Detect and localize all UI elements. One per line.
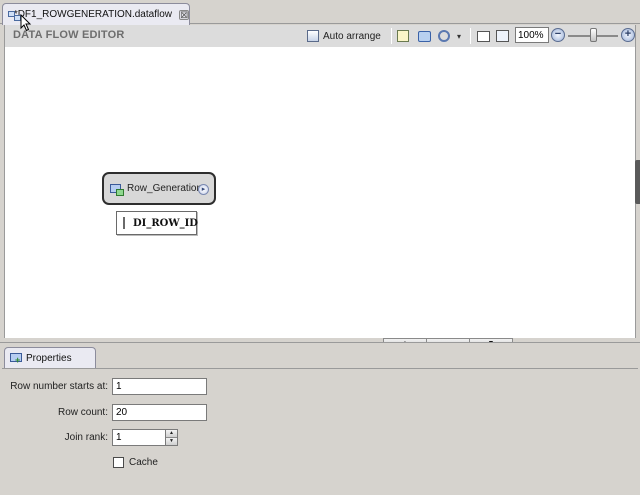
join-rank-stepper[interactable]: ▲ ▼ [166, 429, 178, 446]
row-generation-icon [110, 183, 124, 196]
fit-window-icon [477, 30, 490, 42]
column-label: DI_ROW_ID [133, 217, 198, 229]
node-label: Row_Generation [127, 183, 203, 194]
mouse-cursor-icon [20, 14, 32, 32]
editor-tab-title: *DF1_ROWGENERATION.dataflow [13, 9, 172, 20]
palette-handle[interactable] [635, 160, 640, 204]
row-number-starts-input[interactable] [112, 378, 207, 395]
editor-tab-strip: *DF1_ROWGENERATION.dataflow ⊠ [0, 0, 640, 25]
join-rank-input[interactable] [112, 429, 166, 446]
output-column-box[interactable]: DI_ROW_ID [116, 211, 198, 235]
auto-arrange-label: Auto arrange [323, 30, 381, 42]
details-icon [397, 30, 409, 42]
dataflow-icon [7, 9, 21, 21]
tab-properties[interactable]: Properties [4, 347, 96, 369]
properties-icon [10, 353, 22, 365]
zoom-slider-handle[interactable] [590, 28, 597, 42]
fit-to-window-button[interactable] [477, 28, 490, 44]
zoom-level-input[interactable] [515, 27, 549, 43]
column-icon [123, 217, 125, 229]
toolbar-separator [391, 28, 392, 44]
editor-toolbar: DATA FLOW EDITOR Auto arrange ▾ − + [4, 25, 636, 47]
auto-arrange-button[interactable]: Auto arrange [307, 28, 381, 44]
row-number-starts-label: Row number starts at: [10, 381, 108, 392]
properties-tab-label: Properties [26, 353, 72, 364]
zoom-in-icon[interactable]: + [621, 28, 635, 42]
auto-arrange-icon [307, 30, 319, 42]
zoom-out-icon[interactable]: − [551, 28, 565, 42]
cache-checkbox[interactable] [113, 457, 124, 468]
row-generation-node[interactable]: Row_Generation ▸ [102, 172, 216, 205]
output-port-icon[interactable]: ▸ [198, 184, 209, 195]
show-details-button[interactable] [397, 28, 409, 44]
tools-button[interactable] [438, 28, 450, 44]
camera-icon [418, 30, 431, 42]
properties-body: Row number starts at: Row count: Join ra… [2, 368, 638, 494]
dataflow-canvas[interactable] [4, 47, 636, 338]
screenshot-button[interactable] [418, 28, 431, 44]
stepper-down-icon[interactable]: ▼ [166, 437, 177, 445]
toolbar-separator [470, 28, 471, 44]
row-count-input[interactable] [112, 404, 207, 421]
overview-icon [496, 30, 509, 42]
overview-button[interactable] [496, 28, 509, 44]
cache-label: Cache [129, 457, 158, 468]
join-rank-label: Join rank: [64, 432, 108, 443]
wrench-icon [438, 30, 450, 42]
properties-panel: Properties Row number starts at: Row cou… [0, 342, 640, 495]
stepper-up-icon[interactable]: ▲ [166, 430, 177, 437]
tools-dropdown[interactable]: ▾ [457, 28, 461, 44]
close-icon[interactable]: ⊠ [179, 9, 189, 20]
row-count-label: Row count: [57, 407, 108, 418]
